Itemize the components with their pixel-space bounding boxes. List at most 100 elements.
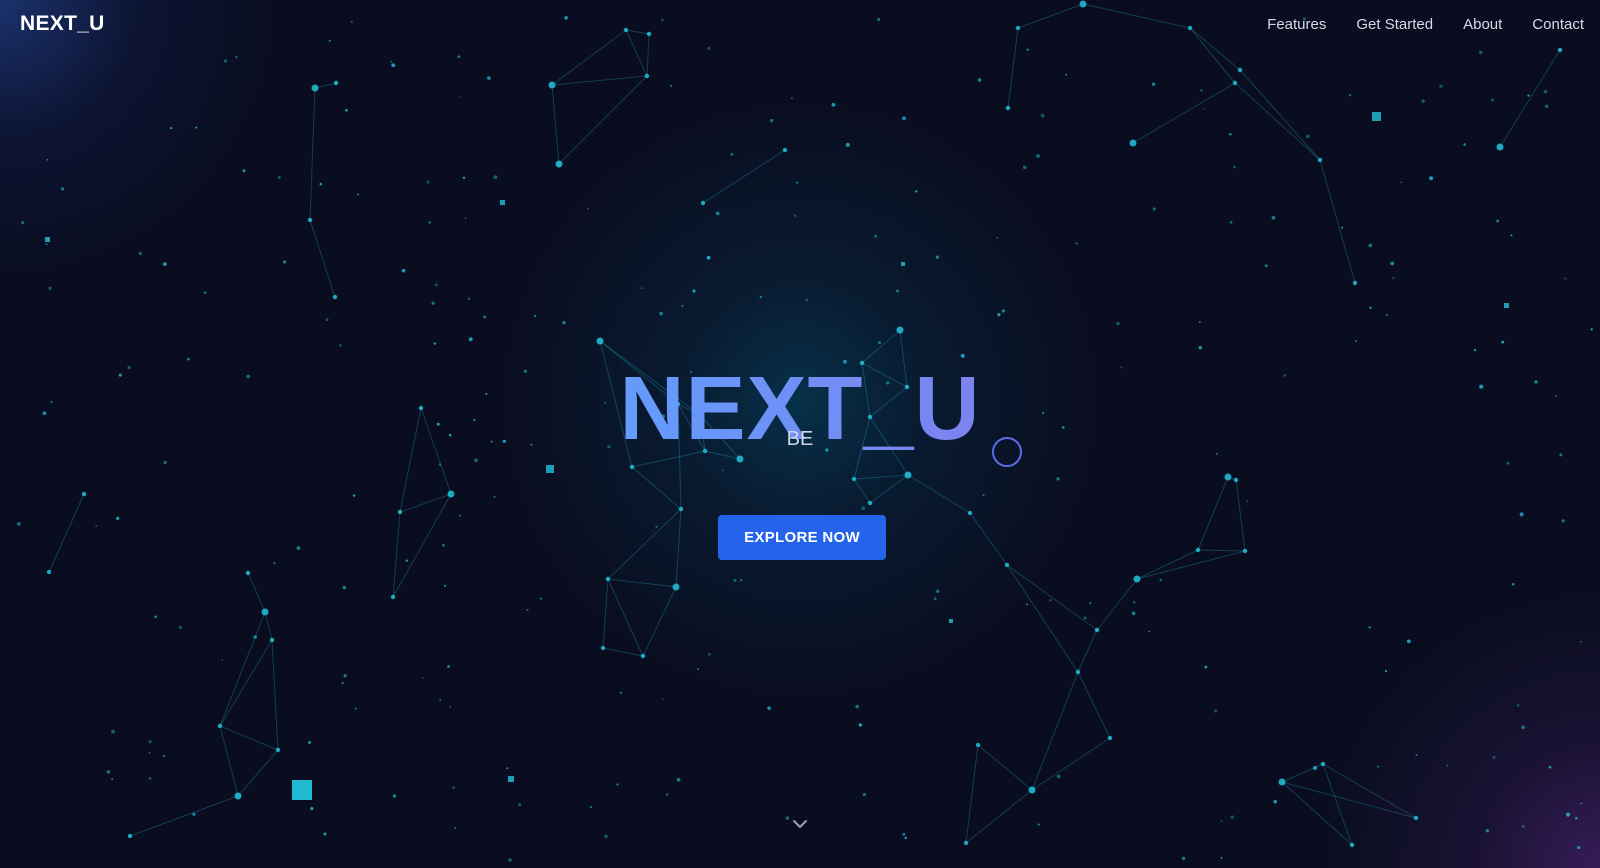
star-dot — [855, 704, 860, 709]
network-link — [399, 493, 452, 513]
network-node — [678, 506, 684, 512]
star-dot — [619, 691, 623, 694]
network-link — [969, 512, 1008, 566]
network-link — [1322, 763, 1417, 819]
network-link — [1319, 159, 1356, 284]
star-dot — [447, 665, 450, 668]
nav-link-get-started[interactable]: Get Started — [1356, 16, 1433, 33]
star-dot — [1233, 165, 1236, 169]
star-dot — [1376, 765, 1380, 768]
star-dot — [1198, 320, 1201, 324]
star-dot — [1214, 709, 1218, 713]
network-node — [1075, 669, 1081, 675]
star-dot — [785, 816, 790, 820]
brand-logo[interactable]: NEXT_U — [20, 12, 105, 36]
star-dot — [706, 255, 711, 260]
star-dot — [997, 313, 1001, 317]
network-link — [309, 87, 316, 221]
network-link — [1322, 763, 1353, 846]
nav-link-contact[interactable]: Contact — [1532, 16, 1584, 33]
star-dot — [1510, 234, 1513, 237]
floating-square — [45, 237, 50, 242]
star-dot — [162, 755, 165, 758]
star-dot — [1181, 856, 1186, 861]
star-dot — [862, 793, 866, 797]
star-dot — [1385, 313, 1389, 316]
star-dot — [1490, 98, 1495, 102]
star-dot — [996, 236, 999, 239]
network-link — [237, 749, 279, 797]
star-dot — [790, 97, 793, 100]
star-dot — [48, 286, 52, 290]
star-dot — [1590, 328, 1593, 331]
star-dot — [452, 786, 455, 789]
star-dot — [434, 283, 438, 287]
network-node — [1349, 842, 1355, 848]
floating-square — [546, 465, 554, 473]
star-dot — [1548, 765, 1552, 769]
star-dot — [858, 723, 863, 727]
network-link — [129, 795, 239, 837]
star-dot — [655, 525, 658, 528]
chevron-down-icon[interactable] — [791, 815, 809, 833]
star-dot — [659, 311, 663, 316]
star-dot — [896, 289, 899, 293]
network-link — [1136, 550, 1246, 580]
network-node — [867, 500, 873, 506]
network-node — [1107, 735, 1113, 741]
network-node — [644, 73, 650, 79]
network-link — [1077, 671, 1111, 739]
star-dot — [1083, 616, 1087, 620]
star-dot — [1390, 261, 1395, 266]
star-dot — [696, 668, 700, 671]
star-dot — [187, 357, 190, 361]
star-dot — [221, 658, 224, 661]
network-node — [234, 792, 242, 800]
network-node — [390, 594, 396, 600]
floating-square — [901, 262, 905, 266]
network-link — [48, 493, 85, 573]
star-dot — [253, 635, 257, 639]
star-dot — [1305, 134, 1310, 139]
star-dot — [1392, 277, 1395, 279]
network-node — [311, 84, 319, 92]
star-dot — [1230, 815, 1235, 820]
star-dot — [661, 698, 664, 701]
star-dot — [587, 207, 589, 210]
network-link — [247, 572, 266, 613]
star-dot — [1089, 602, 1092, 605]
explore-now-button[interactable]: EXPLORE NOW — [718, 515, 886, 560]
star-dot — [1446, 764, 1449, 767]
star-dot — [904, 836, 908, 840]
network-node — [332, 294, 338, 300]
star-dot — [936, 589, 940, 594]
star-dot — [796, 181, 799, 184]
star-dot — [405, 559, 409, 562]
star-dot — [354, 707, 357, 710]
nav-link-about[interactable]: About — [1463, 16, 1502, 33]
network-link — [1031, 671, 1079, 791]
network-link — [631, 466, 682, 510]
star-dot — [1400, 181, 1403, 184]
network-node — [596, 337, 604, 345]
star-dot — [17, 522, 21, 526]
network-node — [904, 471, 912, 479]
star-dot — [343, 674, 347, 678]
nav-link-features[interactable]: Features — [1267, 16, 1326, 33]
star-dot — [1056, 774, 1061, 779]
network-link — [607, 508, 682, 580]
star-dot — [325, 318, 329, 322]
star-dot — [426, 180, 430, 184]
network-node — [640, 653, 646, 659]
star-dot — [616, 783, 619, 786]
star-dot — [357, 193, 359, 196]
star-dot — [163, 262, 167, 266]
star-dot — [1220, 856, 1223, 859]
network-link — [965, 744, 979, 844]
network-node — [700, 200, 706, 206]
network-link — [219, 725, 279, 751]
star-dot — [1204, 665, 1208, 669]
star-dot — [793, 214, 797, 217]
network-link — [1499, 49, 1561, 148]
star-dot — [459, 96, 462, 98]
